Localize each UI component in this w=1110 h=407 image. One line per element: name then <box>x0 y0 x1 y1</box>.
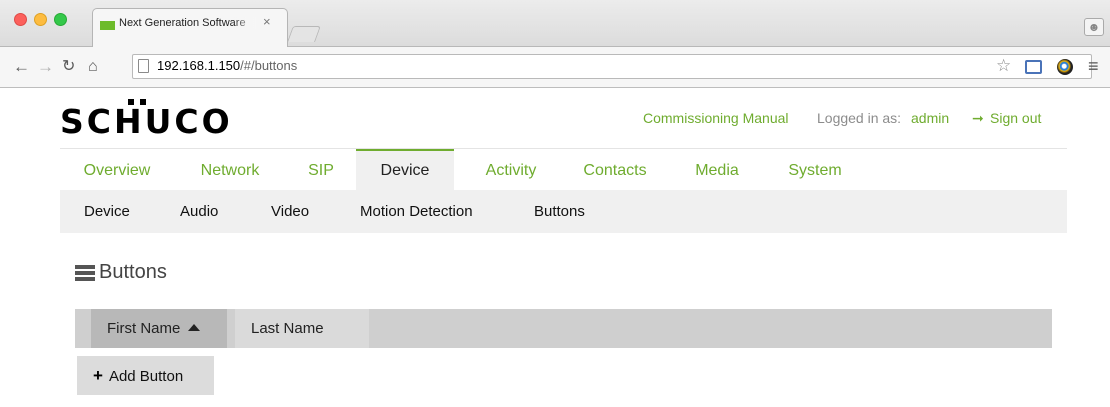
back-arrow-icon[interactable]: ← <box>13 57 30 77</box>
new-tab-button[interactable] <box>287 26 321 42</box>
url-text[interactable]: 192.168.1.150/#/buttons <box>157 58 297 73</box>
tab-device[interactable]: Device <box>356 149 454 191</box>
tab-network[interactable]: Network <box>190 149 270 191</box>
subtab-audio[interactable]: Audio <box>180 190 218 233</box>
page-icon <box>138 59 149 73</box>
tab-overview[interactable]: Overview <box>73 149 161 191</box>
screenshot-extension-icon[interactable] <box>1025 60 1042 74</box>
tab-sip[interactable]: SIP <box>296 149 346 191</box>
reload-icon[interactable]: ↻ <box>62 57 75 77</box>
main-nav: Overview Network SIP Device Activity Con… <box>60 148 1067 191</box>
browser-titlebar: Next Generation Software × ☻ <box>0 0 1110 48</box>
forward-arrow-icon[interactable]: → <box>37 57 54 77</box>
window-maximize-button[interactable] <box>54 13 67 26</box>
add-button-label: Add Button <box>108 368 184 385</box>
commissioning-manual-link[interactable]: Commissioning Manual <box>643 110 789 126</box>
username: admin <box>911 110 950 126</box>
column-first-name-label: First Name <box>107 320 181 337</box>
tab-media[interactable]: Media <box>688 149 746 191</box>
tab-activity[interactable]: Activity <box>470 149 552 191</box>
home-icon[interactable]: ⌂ <box>88 57 98 77</box>
menu-icon[interactable]: ≡ <box>1088 56 1099 77</box>
profile-icon[interactable]: ☻ <box>1084 18 1104 36</box>
window-close-button[interactable] <box>14 13 27 26</box>
sort-ascending-icon <box>188 323 201 331</box>
subtab-video[interactable]: Video <box>271 190 309 233</box>
plus-icon: + <box>93 366 103 385</box>
schuco-logo: SCHUCO <box>60 102 233 141</box>
sign-out-link[interactable]: Sign out <box>990 110 1041 126</box>
subtab-motion-detection[interactable]: Motion Detection <box>360 190 473 233</box>
color-extension-icon[interactable] <box>1057 59 1073 75</box>
logged-in-label: Logged in as: <box>817 110 902 126</box>
tab-favicon-icon <box>100 21 115 30</box>
tab-system[interactable]: System <box>780 149 850 191</box>
subtab-buttons[interactable]: Buttons <box>534 190 585 233</box>
subtab-device[interactable]: Device <box>84 190 130 233</box>
tab-contacts[interactable]: Contacts <box>573 149 657 191</box>
add-button-button[interactable]: + Add Button <box>77 356 214 395</box>
column-first-name[interactable]: First Name <box>91 309 227 348</box>
buttons-table-header: First Name Last Name <box>75 309 1052 348</box>
logo-umlaut <box>124 99 150 105</box>
column-last-name-label: Last Name <box>251 320 324 337</box>
column-last-name[interactable]: Last Name <box>235 309 369 348</box>
bookmark-star-icon[interactable]: ☆ <box>996 56 1011 76</box>
sign-out-icon[interactable]: ➞ <box>972 110 984 127</box>
page-title: Buttons <box>99 261 167 283</box>
browser-toolbar: ← → ↻ ⌂ 192.168.1.150/#/buttons ☆ ≡ <box>0 47 1110 88</box>
sub-nav: Device Audio Video Motion Detection Butt… <box>60 190 1067 233</box>
tab-close-icon[interactable]: × <box>263 14 271 29</box>
window-minimize-button[interactable] <box>34 13 47 26</box>
tab-title: Next Generation Software <box>119 17 257 29</box>
list-icon <box>75 265 95 281</box>
